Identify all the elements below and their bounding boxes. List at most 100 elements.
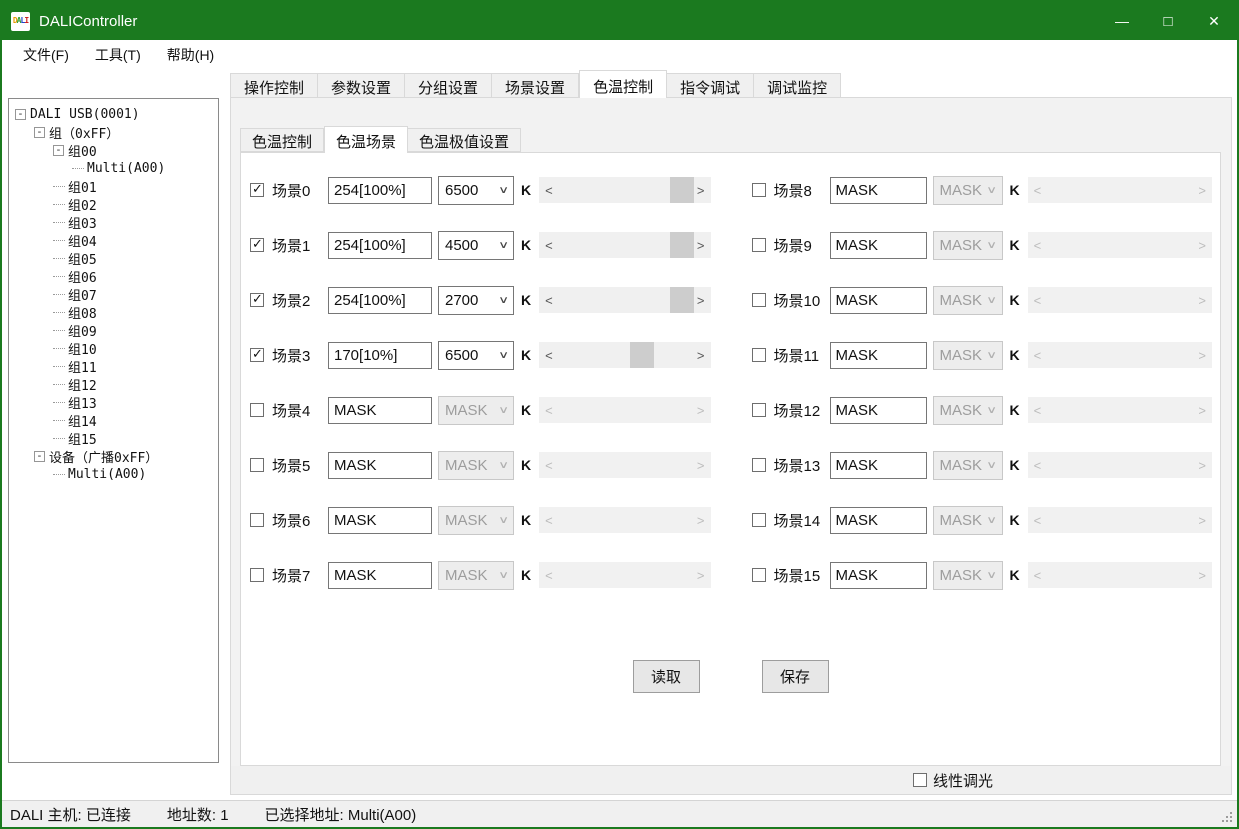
scene-checkbox[interactable]	[250, 568, 264, 582]
minimize-button[interactable]: —	[1099, 2, 1145, 40]
scene-level-input[interactable]	[328, 177, 432, 204]
scene-cct-dropdown[interactable]: 6500 ∨	[438, 176, 514, 205]
tree-node[interactable]: - Multi(A00)	[9, 159, 218, 177]
scene-scrollbar[interactable]: < >	[1028, 507, 1212, 533]
scroll-thumb[interactable]	[630, 342, 654, 368]
scene-scrollbar[interactable]: < >	[539, 562, 710, 588]
scroll-right-icon[interactable]: >	[697, 349, 705, 362]
scroll-left-icon[interactable]: <	[1034, 294, 1042, 307]
scroll-left-icon[interactable]: <	[545, 184, 553, 197]
scroll-left-icon[interactable]: <	[545, 239, 553, 252]
main-tab[interactable]: 参数设置	[318, 73, 405, 98]
scene-checkbox[interactable]	[752, 238, 766, 252]
scene-checkbox[interactable]	[752, 183, 766, 197]
scroll-right-icon[interactable]: >	[697, 239, 705, 252]
scene-cct-dropdown[interactable]: MASK ∨	[933, 506, 1003, 535]
tree-expander-icon[interactable]: -	[34, 451, 45, 462]
scroll-thumb[interactable]	[670, 177, 694, 203]
scene-level-input[interactable]	[328, 232, 432, 259]
scene-cct-dropdown[interactable]: MASK ∨	[933, 286, 1003, 315]
scene-cct-dropdown[interactable]: MASK ∨	[933, 396, 1003, 425]
scene-scrollbar[interactable]: < >	[1028, 397, 1212, 423]
scene-checkbox[interactable]	[752, 348, 766, 362]
scene-scrollbar[interactable]: < >	[539, 342, 710, 368]
main-tab[interactable]: 调试监控	[754, 73, 841, 98]
scroll-left-icon[interactable]: <	[545, 404, 553, 417]
maximize-button[interactable]: □	[1145, 2, 1191, 40]
scene-checkbox[interactable]	[752, 458, 766, 472]
scroll-right-icon[interactable]: >	[697, 569, 705, 582]
scene-cct-dropdown[interactable]: 4500 ∨	[438, 231, 514, 260]
scroll-right-icon[interactable]: >	[1198, 569, 1206, 582]
scroll-right-icon[interactable]: >	[697, 294, 705, 307]
main-tab[interactable]: 操作控制	[230, 73, 318, 98]
scroll-right-icon[interactable]: >	[1198, 239, 1206, 252]
scene-scrollbar[interactable]: < >	[539, 287, 710, 313]
scene-level-input[interactable]	[830, 287, 927, 314]
tree-expander-icon[interactable]: -	[15, 109, 26, 120]
tree-node[interactable]: - Multi(A00)	[9, 465, 218, 483]
scene-cct-dropdown[interactable]: MASK ∨	[933, 451, 1003, 480]
tree-node[interactable]: - 组09	[9, 321, 218, 339]
resize-grip-icon[interactable]	[1222, 812, 1233, 823]
sub-tab[interactable]: 色温场景	[324, 126, 408, 153]
scroll-left-icon[interactable]: <	[545, 459, 553, 472]
scene-scrollbar[interactable]: < >	[539, 177, 710, 203]
scene-level-input[interactable]	[328, 562, 432, 589]
scene-cct-dropdown[interactable]: 6500 ∨	[438, 341, 514, 370]
tree-node[interactable]: - 组15	[9, 429, 218, 447]
scene-scrollbar[interactable]: < >	[539, 452, 710, 478]
scroll-left-icon[interactable]: <	[545, 349, 553, 362]
scroll-left-icon[interactable]: <	[545, 569, 553, 582]
scene-level-input[interactable]	[328, 342, 432, 369]
scroll-right-icon[interactable]: >	[697, 404, 705, 417]
scene-checkbox[interactable]	[250, 348, 264, 362]
scene-cct-dropdown[interactable]: MASK ∨	[438, 561, 514, 590]
scene-cct-dropdown[interactable]: MASK ∨	[438, 396, 514, 425]
main-tab[interactable]: 指令调试	[667, 73, 754, 98]
scene-scrollbar[interactable]: < >	[1028, 562, 1212, 588]
scene-level-input[interactable]	[830, 507, 927, 534]
tree-node[interactable]: - 组（0xFF）	[9, 123, 218, 141]
scene-scrollbar[interactable]: < >	[539, 397, 710, 423]
linear-dimming-checkbox[interactable]	[913, 773, 927, 787]
tree-node[interactable]: - 组11	[9, 357, 218, 375]
tree-node[interactable]: - 组10	[9, 339, 218, 357]
scroll-left-icon[interactable]: <	[545, 514, 553, 527]
tree-expander-icon[interactable]: -	[53, 145, 64, 156]
scroll-right-icon[interactable]: >	[697, 459, 705, 472]
menu-item[interactable]: 文件(F)	[10, 40, 82, 70]
scroll-right-icon[interactable]: >	[697, 514, 705, 527]
tree-node[interactable]: - 组12	[9, 375, 218, 393]
tree-node[interactable]: - 组13	[9, 393, 218, 411]
scene-cct-dropdown[interactable]: MASK ∨	[933, 341, 1003, 370]
sub-tab[interactable]: 色温控制	[240, 128, 324, 152]
tree-node[interactable]: - 组01	[9, 177, 218, 195]
scroll-left-icon[interactable]: <	[1034, 404, 1042, 417]
scroll-right-icon[interactable]: >	[1198, 294, 1206, 307]
tree-node[interactable]: - 组07	[9, 285, 218, 303]
menu-item[interactable]: 帮助(H)	[154, 40, 227, 70]
scene-cct-dropdown[interactable]: MASK ∨	[438, 451, 514, 480]
main-tab[interactable]: 分组设置	[405, 73, 492, 98]
scene-scrollbar[interactable]: < >	[1028, 342, 1212, 368]
scene-level-input[interactable]	[830, 342, 927, 369]
tree-node[interactable]: - 组08	[9, 303, 218, 321]
scroll-left-icon[interactable]: <	[1034, 569, 1042, 582]
scene-scrollbar[interactable]: < >	[1028, 287, 1212, 313]
tree-node[interactable]: - 组06	[9, 267, 218, 285]
scene-cct-dropdown[interactable]: 2700 ∨	[438, 286, 514, 315]
main-tab[interactable]: 色温控制	[579, 70, 667, 98]
save-button[interactable]: 保存	[762, 660, 829, 693]
scene-checkbox[interactable]	[752, 403, 766, 417]
scene-checkbox[interactable]	[250, 183, 264, 197]
scroll-left-icon[interactable]: <	[1034, 239, 1042, 252]
scene-level-input[interactable]	[830, 232, 927, 259]
scroll-thumb[interactable]	[670, 287, 694, 313]
scroll-thumb[interactable]	[670, 232, 694, 258]
scene-checkbox[interactable]	[752, 568, 766, 582]
scene-checkbox[interactable]	[250, 513, 264, 527]
scroll-right-icon[interactable]: >	[1198, 349, 1206, 362]
scroll-left-icon[interactable]: <	[545, 294, 553, 307]
tree-node[interactable]: - 组00	[9, 141, 218, 159]
